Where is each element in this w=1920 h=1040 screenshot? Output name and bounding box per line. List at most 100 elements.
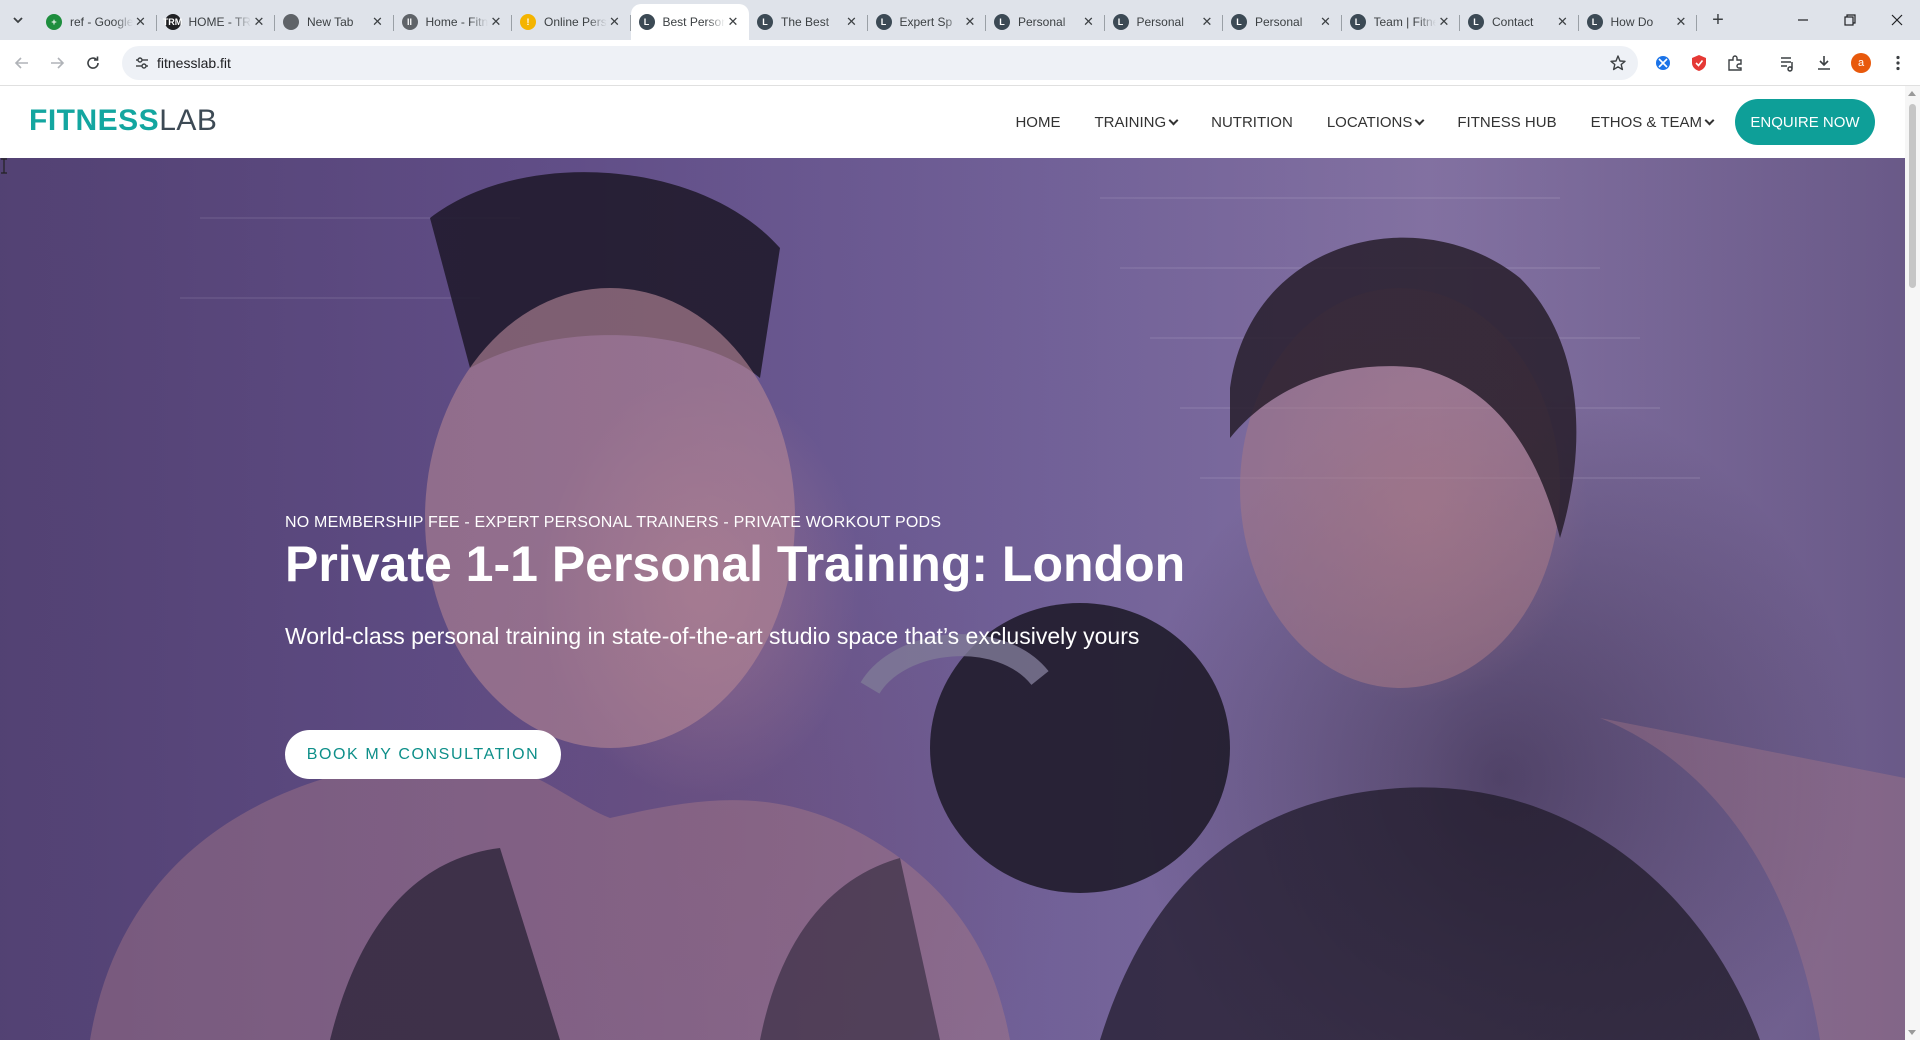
nav-item-training[interactable]: TRAINING <box>1094 113 1179 131</box>
tab-close-icon[interactable]: ✕ <box>962 14 978 30</box>
tab-title: How Do <box>1610 15 1654 29</box>
fitnesslab-icon: L <box>1468 14 1484 30</box>
browser-tab[interactable]: New Tab ✕ <box>275 6 394 38</box>
tab-close-icon[interactable]: ✕ <box>1318 14 1334 30</box>
browser-tab[interactable]: TRM HOME - TRM✕ <box>157 6 276 38</box>
scroll-thumb[interactable] <box>1909 104 1916 288</box>
nav-item-fitness-hub[interactable]: FITNESS HUB <box>1457 114 1556 131</box>
text-cursor-icon <box>1 158 7 174</box>
tune-icon <box>136 57 148 69</box>
main-nav: HOME TRAINING NUTRITION LOCATIONS FITNESS HU… <box>981 86 1905 158</box>
tab-close-icon[interactable]: ✕ <box>251 14 267 30</box>
extension-button-1[interactable] <box>1651 51 1675 75</box>
new-tab-button[interactable]: + <box>1704 8 1732 32</box>
tab-close-icon[interactable]: ✕ <box>607 14 623 30</box>
chevron-down-icon <box>1414 115 1425 125</box>
tab-close-icon[interactable]: ✕ <box>488 14 504 30</box>
nav-item-nutrition[interactable]: NUTRITION <box>1211 114 1293 131</box>
browser-tab[interactable]: L Best Personal Training✕ <box>630 4 749 40</box>
nav-item-label: HOME <box>1015 113 1061 131</box>
tab-close-icon[interactable]: ✕ <box>1673 14 1689 30</box>
browser-tab[interactable]: L Team | Fitness✕ <box>1342 6 1461 38</box>
logo-bold-text: FITNESS <box>29 104 160 137</box>
nav-item-label: LOCATIONS <box>1326 113 1413 131</box>
scroll-down-arrow-icon[interactable] <box>1908 1030 1916 1035</box>
avatar: a <box>1851 53 1871 73</box>
site-info-button[interactable] <box>130 51 154 75</box>
tab-title: Contact <box>1492 15 1534 29</box>
hero-section: NO MEMBERSHIP FEE - EXPERT PERSONAL TRAI… <box>0 158 1905 1040</box>
tab-close-icon[interactable]: ✕ <box>1081 14 1097 30</box>
close-window-button[interactable] <box>1874 0 1920 40</box>
ll-icon: ll <box>401 14 418 30</box>
puzzle-icon <box>1728 55 1742 71</box>
nav-item-ethos-team[interactable]: ETHOS & TEAM <box>1591 114 1715 131</box>
browser-tab[interactable]: L How Do ✕ <box>1579 6 1698 38</box>
tab-close-icon[interactable]: ✕ <box>725 14 741 30</box>
tab-close-icon[interactable]: ✕ <box>1199 14 1215 30</box>
browser-tab[interactable]: L The Best ✕ <box>749 6 868 38</box>
fitnesslab-icon: L <box>638 14 655 30</box>
restore-button[interactable] <box>1827 0 1873 40</box>
tab-close-icon[interactable]: ✕ <box>844 14 860 30</box>
fitnesslab-icon: L <box>875 14 892 30</box>
nav-item-home[interactable]: HOME <box>1015 114 1060 131</box>
tab-close-icon[interactable]: ✕ <box>133 14 149 30</box>
book-consultation-button[interactable]: BOOK MY CONSULTATION <box>285 730 561 779</box>
hero-subhead: World-class personal training in state-o… <box>285 623 1140 649</box>
tab-title: New Tab <box>307 15 354 29</box>
browser-tab[interactable]: + ref - Google Sheets✕ <box>38 6 157 38</box>
fitnesslab-icon: L <box>1586 14 1603 30</box>
browser-tab[interactable]: ll Home - Fitness✕ <box>394 6 513 38</box>
profile-button[interactable]: a <box>1849 51 1873 75</box>
site-header: FITNESSLAB HOME TRAINING NUTRITION LOCATION… <box>0 86 1905 158</box>
browser-tab[interactable]: L Contact ✕ <box>1460 6 1579 38</box>
logo-light-text: LAB <box>159 104 218 137</box>
extension-button-2[interactable] <box>1687 51 1711 75</box>
nav-item-label: NUTRITION <box>1211 113 1293 131</box>
kebab-menu-icon <box>1896 55 1900 71</box>
page-viewport: FITNESSLAB HOME TRAINING NUTRITION LOCATION… <box>0 86 1905 1040</box>
scroll-up-arrow-icon[interactable] <box>1908 91 1916 96</box>
downloads-button[interactable] <box>1812 51 1836 75</box>
media-control-button[interactable] <box>1776 51 1800 75</box>
download-icon <box>1818 56 1830 70</box>
minimize-button[interactable] <box>1780 0 1826 40</box>
tab-title: Personal <box>1255 15 1303 29</box>
tab-close-icon[interactable]: ✕ <box>370 14 386 30</box>
restore-icon <box>1844 14 1856 26</box>
minimize-icon <box>1798 19 1808 21</box>
tab-title: Best Personal Training <box>662 15 726 29</box>
page-scrollbar[interactable] <box>1905 86 1920 1040</box>
tab-title: Personal <box>1136 15 1184 29</box>
browser-tab[interactable]: L Expert Sp ✕ <box>868 6 987 38</box>
bookmark-button[interactable] <box>1606 51 1630 75</box>
browser-tab[interactable]: L Personal ✕ <box>1223 6 1342 38</box>
browser-menu-button[interactable] <box>1886 51 1910 75</box>
tab-close-icon[interactable]: ✕ <box>1436 14 1452 30</box>
nav-item-locations[interactable]: LOCATIONS <box>1326 113 1425 131</box>
browser-tab[interactable]: ! Online Personal✕ <box>512 6 631 38</box>
tab-title: Expert Sp <box>899 15 953 29</box>
tab-close-icon[interactable]: ✕ <box>1555 14 1571 30</box>
chevron-down-icon <box>1704 115 1715 125</box>
back-button[interactable] <box>8 49 36 77</box>
site-logo[interactable]: FITNESSLAB <box>29 104 217 138</box>
tab-search-button[interactable] <box>6 8 30 32</box>
trm-icon: TRM <box>163 14 182 30</box>
playlist-icon <box>1781 57 1793 72</box>
reload-button[interactable] <box>79 49 107 77</box>
address-bar[interactable]: fitnesslab.fit <box>122 46 1638 80</box>
extensions-menu-button[interactable] <box>1723 51 1747 75</box>
reload-icon <box>87 56 99 69</box>
fitnesslab-icon: L <box>994 14 1010 30</box>
browser-tab[interactable]: L Personal ✕ <box>1105 6 1224 38</box>
tab-title: HOME - TRM <box>188 15 252 29</box>
browser-tab[interactable]: L Personal ✕ <box>986 6 1105 38</box>
plus-icon: + <box>1712 8 1724 31</box>
sheets-icon: + <box>46 14 62 30</box>
nav-item-label: TRAINING <box>1094 113 1167 131</box>
enquire-now-button[interactable]: ENQUIRE NOW <box>1735 99 1875 145</box>
chevron-down-icon <box>1168 115 1179 125</box>
forward-button[interactable] <box>43 49 71 77</box>
